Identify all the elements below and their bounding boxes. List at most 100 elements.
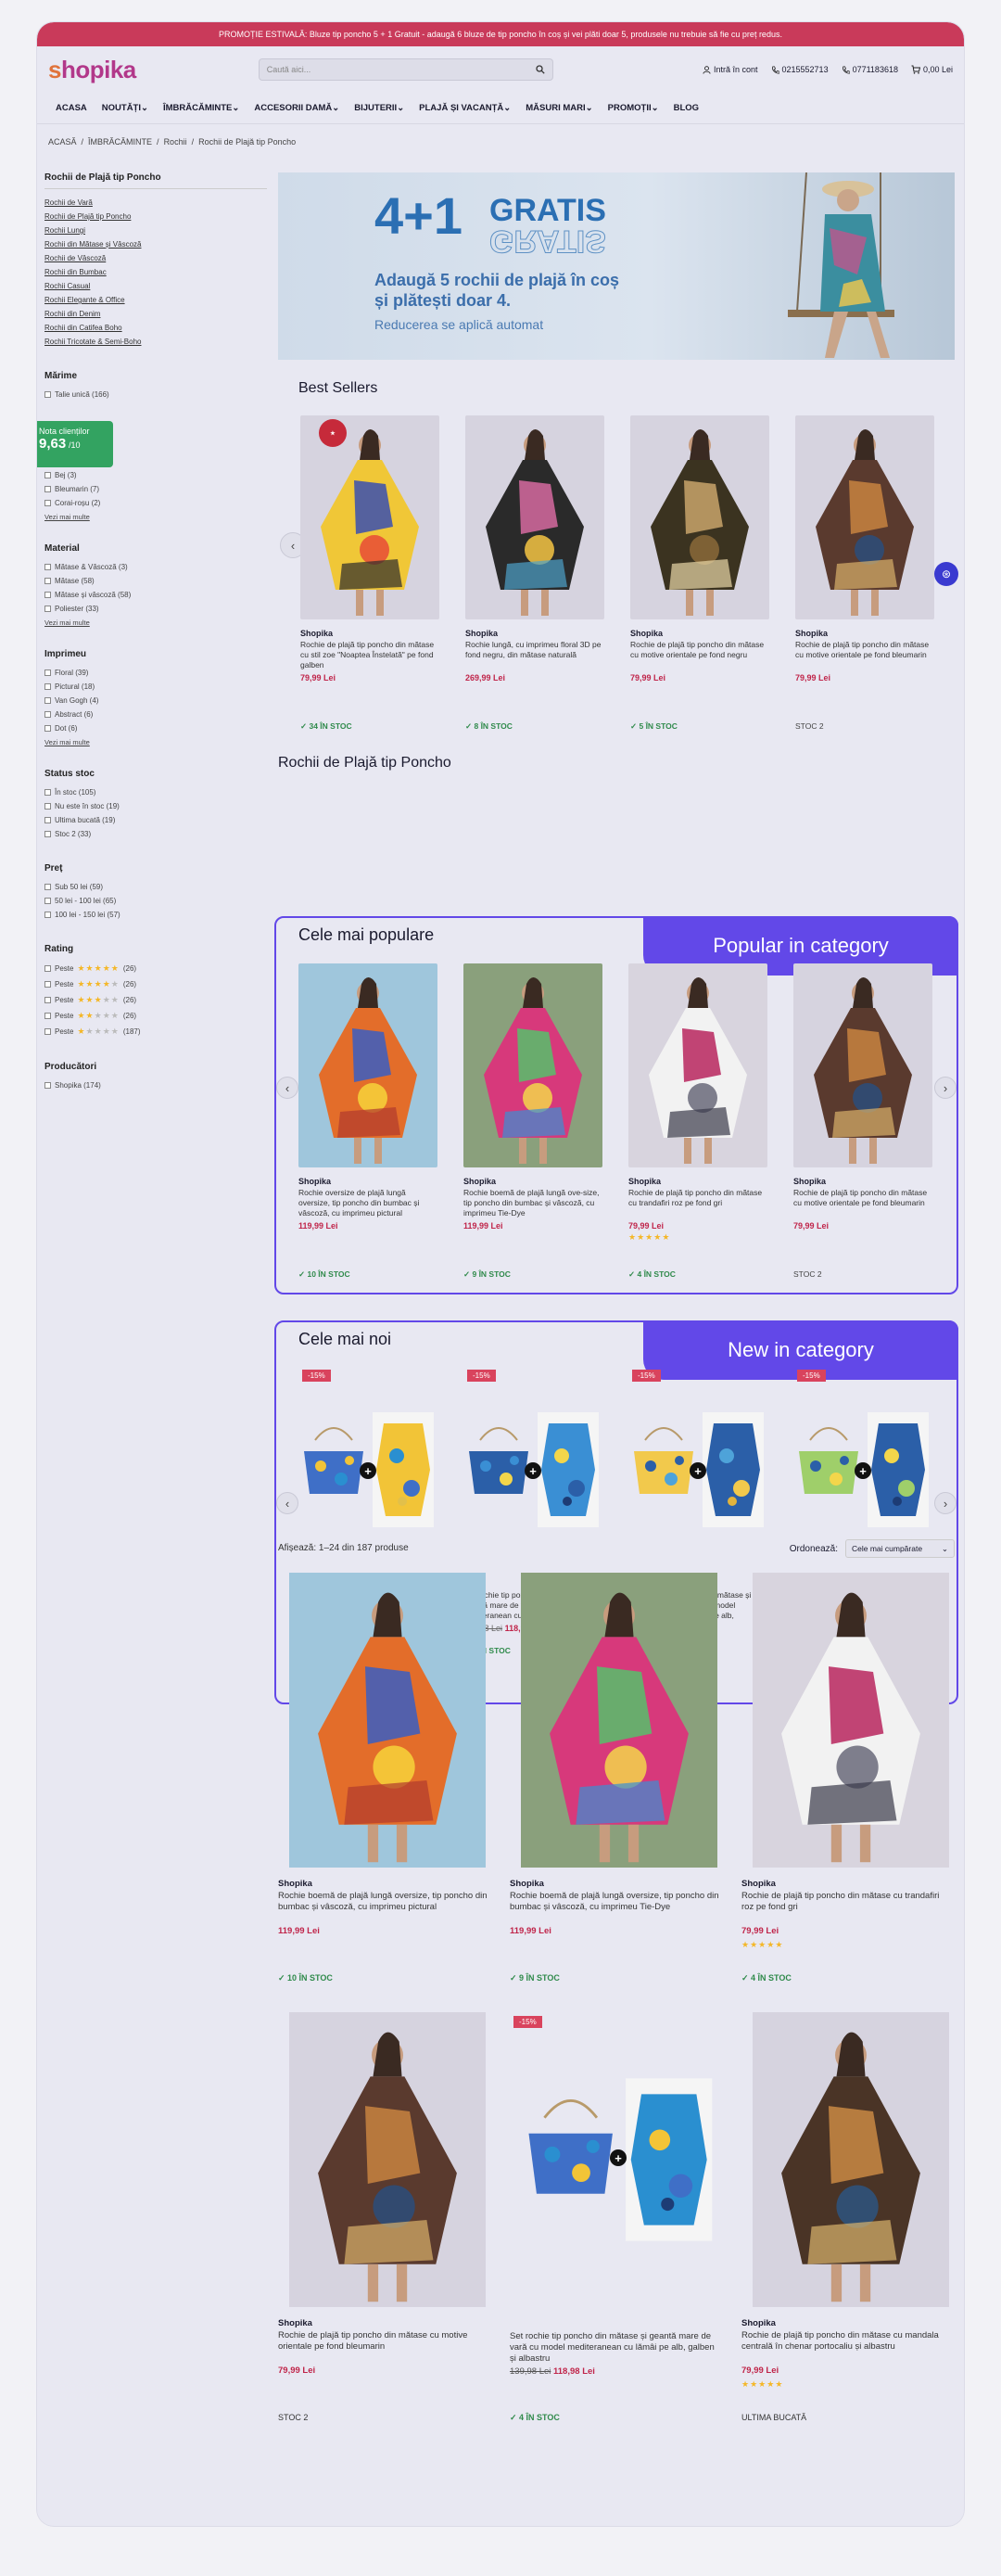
- product-image[interactable]: [795, 415, 934, 619]
- checkbox[interactable]: [44, 1013, 51, 1019]
- price-filter-option[interactable]: Sub 50 lei (59): [44, 880, 267, 894]
- product-card[interactable]: Shopika Rochie lungă, cu imprimeu floral …: [465, 415, 604, 731]
- size-filter-option[interactable]: Talie unică (166): [44, 388, 267, 402]
- material-more-link[interactable]: Vezi mai multe: [44, 618, 267, 627]
- category-link[interactable]: Rochii Elegante & Office: [44, 293, 267, 307]
- product-image[interactable]: [630, 415, 769, 619]
- carousel-prev-button[interactable]: ‹: [276, 1077, 298, 1099]
- checkbox[interactable]: [44, 898, 51, 904]
- product-card[interactable]: Shopika Rochie de plajă tip poncho din mă…: [278, 2012, 489, 2422]
- material-filter-option[interactable]: Mătase & Vâscoză (3): [44, 560, 267, 574]
- stock-filter-option[interactable]: În stoc (105): [44, 785, 267, 799]
- sort-select[interactable]: Cele mai cumpărate ⌄: [845, 1539, 955, 1558]
- product-title[interactable]: Rochie de plajă tip poncho din mătase cu…: [628, 1188, 767, 1219]
- category-link[interactable]: Rochii din Bumbac: [44, 265, 267, 279]
- material-filter-option[interactable]: Poliester (33): [44, 602, 267, 616]
- product-image[interactable]: +: [628, 1368, 767, 1572]
- product-card[interactable]: Shopika Rochie de plajă tip poncho din mă…: [628, 963, 767, 1279]
- nav-item-blog[interactable]: BLOG: [674, 103, 699, 113]
- product-image[interactable]: [793, 963, 932, 1167]
- checkbox[interactable]: [44, 912, 51, 918]
- checkbox[interactable]: [44, 391, 51, 398]
- product-title[interactable]: Rochie de plajă tip poncho din mătase cu…: [795, 640, 934, 671]
- product-card[interactable]: Shopika Rochie de plajă tip poncho din mă…: [630, 415, 769, 731]
- product-card[interactable]: + -15% Set rochie tip poncho din mătase și…: [510, 2012, 721, 2422]
- rating-filter-option[interactable]: Peste ★★★★★ (26): [44, 1008, 267, 1024]
- product-title[interactable]: Rochie de plajă tip poncho din mătase cu…: [741, 1891, 953, 1924]
- category-link[interactable]: Rochii de Vâscoză: [44, 251, 267, 265]
- product-card[interactable]: Shopika Rochie de plajă tip poncho din mă…: [741, 1573, 953, 1983]
- promo-bar[interactable]: PROMOȚIE ESTIVALĂ: Bluze tip poncho 5 + …: [37, 22, 964, 46]
- print-filter-option[interactable]: Van Gogh (4): [44, 694, 267, 708]
- product-title[interactable]: Rochie oversize de plajă lungă oversize,…: [298, 1188, 437, 1219]
- product-image[interactable]: [463, 963, 602, 1167]
- checkbox[interactable]: [44, 997, 51, 1003]
- checkbox[interactable]: [44, 606, 51, 612]
- stock-filter-option[interactable]: Stoc 2 (33): [44, 827, 267, 841]
- checkbox[interactable]: [44, 817, 51, 823]
- product-card[interactable]: Shopika Rochie de plajă tip poncho din mă…: [741, 2012, 953, 2422]
- print-filter-option[interactable]: Floral (39): [44, 666, 267, 680]
- checkbox[interactable]: [44, 1028, 51, 1035]
- category-link[interactable]: Rochii din Catifea Boho: [44, 321, 267, 335]
- nav-item-acasa[interactable]: ACASA: [56, 103, 87, 113]
- product-image[interactable]: +: [521, 2012, 717, 2307]
- stock-filter-option[interactable]: Ultima bucată (19): [44, 813, 267, 827]
- product-title[interactable]: Set rochie tip poncho din mătase și gean…: [510, 2331, 721, 2365]
- product-card[interactable]: Shopika Rochie boemă de plajă lungă overs…: [278, 1573, 489, 1983]
- checkbox[interactable]: [44, 831, 51, 837]
- category-link[interactable]: Rochii din Denim: [44, 307, 267, 321]
- product-image[interactable]: +: [463, 1368, 602, 1572]
- checkbox[interactable]: [44, 1082, 51, 1089]
- promo-banner[interactable]: 4+1 GRATIS GRATIS Adaugă 5 rochii de pla…: [278, 172, 955, 360]
- checkbox[interactable]: [44, 965, 51, 972]
- print-filter-option[interactable]: Abstract (6): [44, 708, 267, 721]
- checkbox[interactable]: [44, 884, 51, 890]
- product-card[interactable]: Shopika Rochie boemă de plajă lungă overs…: [510, 1573, 721, 1983]
- checkbox[interactable]: [44, 486, 51, 492]
- rating-filter-option[interactable]: Peste ★★★★★ (26): [44, 976, 267, 992]
- product-title[interactable]: Rochie boemă de plajă lungă oversize, ti…: [510, 1891, 721, 1924]
- product-title[interactable]: Rochie de plajă tip poncho din mătase cu…: [300, 640, 439, 671]
- checkbox[interactable]: [44, 711, 51, 718]
- product-card[interactable]: Shopika Rochie boemă de plajă lungă ove-s…: [463, 963, 602, 1279]
- product-image[interactable]: +: [298, 1368, 437, 1572]
- product-image[interactable]: [289, 2012, 486, 2307]
- color-filter-option[interactable]: Bej (3): [44, 468, 267, 482]
- phone-link-1[interactable]: 0215552713: [771, 65, 829, 74]
- carousel-prev-button[interactable]: ‹: [276, 1492, 298, 1514]
- phone-link-2[interactable]: 0771183618: [842, 65, 898, 74]
- product-image[interactable]: [753, 2012, 949, 2307]
- price-filter-option[interactable]: 100 lei - 150 lei (57): [44, 908, 267, 922]
- product-title[interactable]: Rochie de plajă tip poncho din mătase cu…: [278, 2330, 489, 2364]
- checkbox[interactable]: [44, 981, 51, 988]
- category-link[interactable]: Rochii de Plajă tip Poncho: [44, 210, 267, 223]
- checkbox[interactable]: [44, 500, 51, 506]
- product-image[interactable]: [289, 1573, 486, 1868]
- print-filter-option[interactable]: Pictural (18): [44, 680, 267, 694]
- rating-filter-option[interactable]: Peste ★★★★★ (26): [44, 961, 267, 976]
- product-title[interactable]: Rochie de plajă tip poncho din mătase cu…: [630, 640, 769, 671]
- nav-item-noutati[interactable]: NOUTĂȚI⌄: [102, 103, 148, 113]
- product-title[interactable]: Rochie boemă de plajă lungă oversize, ti…: [278, 1891, 489, 1924]
- category-link[interactable]: Rochii Lungi: [44, 223, 267, 237]
- checkbox[interactable]: [44, 670, 51, 676]
- product-card[interactable]: Shopika Rochie de plajă tip poncho din mă…: [300, 415, 439, 731]
- breadcrumb-clothing[interactable]: ÎMBRĂCĂMINTE: [88, 137, 152, 147]
- color-filter-option[interactable]: Corai-roșu (2): [44, 496, 267, 510]
- checkbox[interactable]: [44, 472, 51, 478]
- material-filter-option[interactable]: Mătase (58): [44, 574, 267, 588]
- color-filter-option[interactable]: Bleumarin (7): [44, 482, 267, 496]
- cart-button[interactable]: 0,00 Lei: [911, 65, 953, 74]
- product-image[interactable]: [628, 963, 767, 1167]
- search-input[interactable]: Caută aici...: [258, 58, 553, 81]
- checkbox[interactable]: [44, 578, 51, 584]
- product-card[interactable]: Shopika Rochie oversize de plajă lungă ov…: [298, 963, 437, 1279]
- checkbox[interactable]: [44, 725, 51, 732]
- checkbox[interactable]: [44, 697, 51, 704]
- category-link[interactable]: Rochii de Vară: [44, 196, 267, 210]
- rating-filter-option[interactable]: Peste ★★★★★ (187): [44, 1024, 267, 1039]
- rating-filter-option[interactable]: Peste ★★★★★ (26): [44, 992, 267, 1008]
- nav-item-masuri-mari[interactable]: MĂSURI MARI⌄: [526, 103, 592, 113]
- search-icon[interactable]: [536, 65, 545, 74]
